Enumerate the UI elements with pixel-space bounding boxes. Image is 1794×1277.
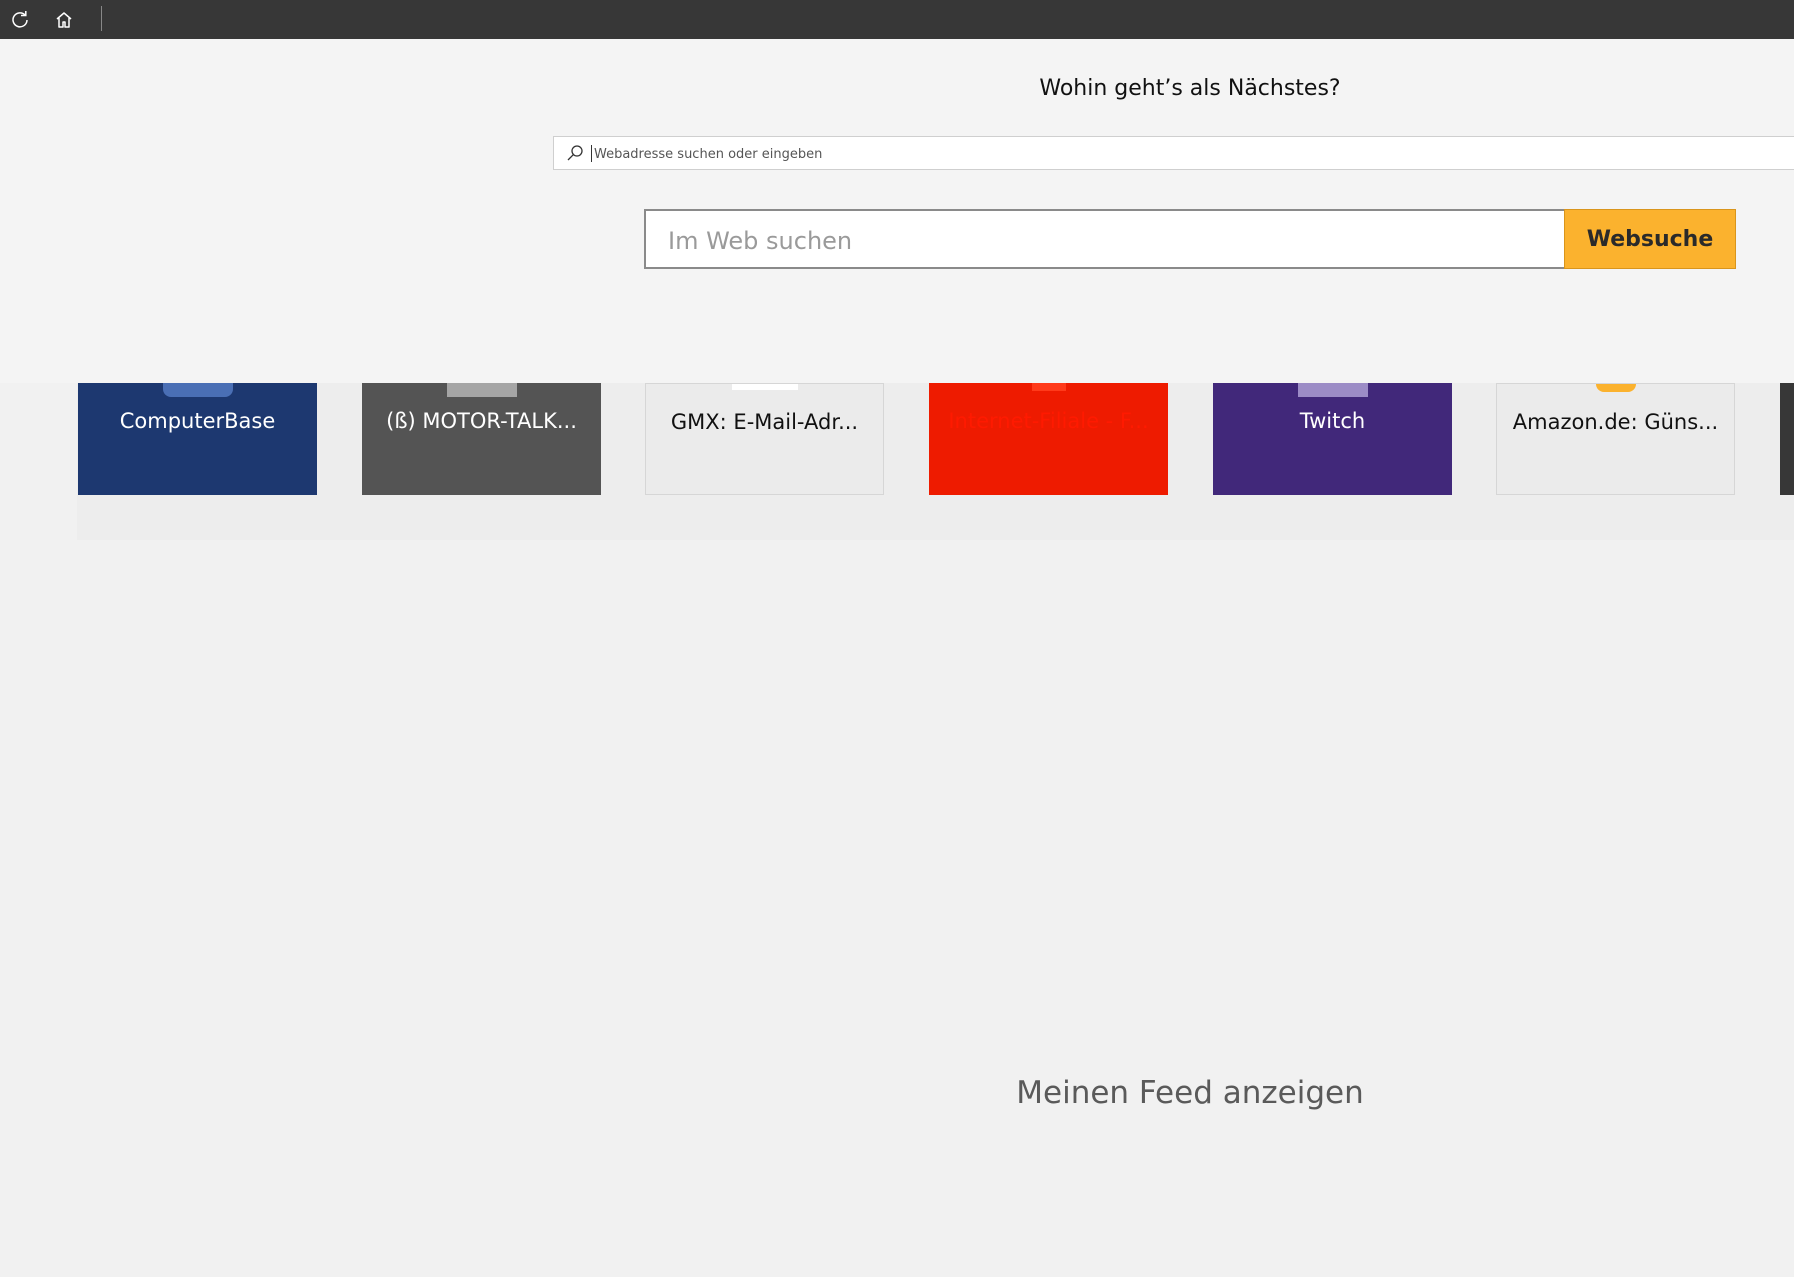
search-icon bbox=[567, 145, 583, 161]
top-site-tile[interactable]: GMX: E-Mail-Adr... bbox=[645, 383, 884, 495]
tile-title: Twitch bbox=[1299, 409, 1366, 433]
home-button[interactable] bbox=[44, 0, 84, 39]
refresh-icon bbox=[12, 10, 28, 28]
site-logo-icon bbox=[1297, 383, 1368, 397]
tile-title: (ß) MOTOR-TALK... bbox=[386, 409, 577, 433]
tile-title: ComputerBase bbox=[119, 409, 276, 433]
show-feed-link[interactable]: Meinen Feed anzeigen bbox=[940, 1075, 1440, 1111]
refresh-button[interactable] bbox=[0, 0, 40, 39]
web-search-button[interactable]: Websuche bbox=[1564, 209, 1736, 269]
home-icon bbox=[56, 11, 72, 28]
top-site-tile[interactable]: ComputerBase bbox=[78, 383, 317, 495]
web-search-box: Websuche bbox=[644, 209, 1736, 269]
top-site-tile-partial[interactable] bbox=[1780, 383, 1794, 495]
page-title: Wohin geht’s als Nächstes? bbox=[1039, 76, 1341, 101]
top-site-tile[interactable]: (ß) MOTOR-TALK... bbox=[362, 383, 601, 495]
address-bar[interactable] bbox=[553, 136, 1794, 170]
top-site-tile[interactable]: Internet-Filiale - F... bbox=[929, 383, 1168, 495]
tile-title: Internet-Filiale - F... bbox=[948, 409, 1149, 433]
site-logo-icon bbox=[162, 383, 233, 397]
site-logo-icon bbox=[446, 383, 517, 397]
address-input[interactable] bbox=[592, 141, 1776, 167]
web-search-input[interactable] bbox=[666, 223, 1550, 259]
tile-title: Amazon.de: Güns... bbox=[1512, 410, 1719, 434]
top-site-tile[interactable]: Amazon.de: Güns... bbox=[1496, 383, 1735, 495]
site-logo-icon bbox=[731, 384, 798, 390]
site-logo-icon bbox=[1595, 384, 1636, 392]
toolbar-separator bbox=[101, 6, 102, 31]
tile-title: GMX: E-Mail-Adr... bbox=[670, 410, 859, 434]
browser-toolbar bbox=[0, 0, 1794, 39]
top-site-tile[interactable]: Twitch bbox=[1213, 383, 1452, 495]
site-logo-icon bbox=[1031, 383, 1066, 391]
